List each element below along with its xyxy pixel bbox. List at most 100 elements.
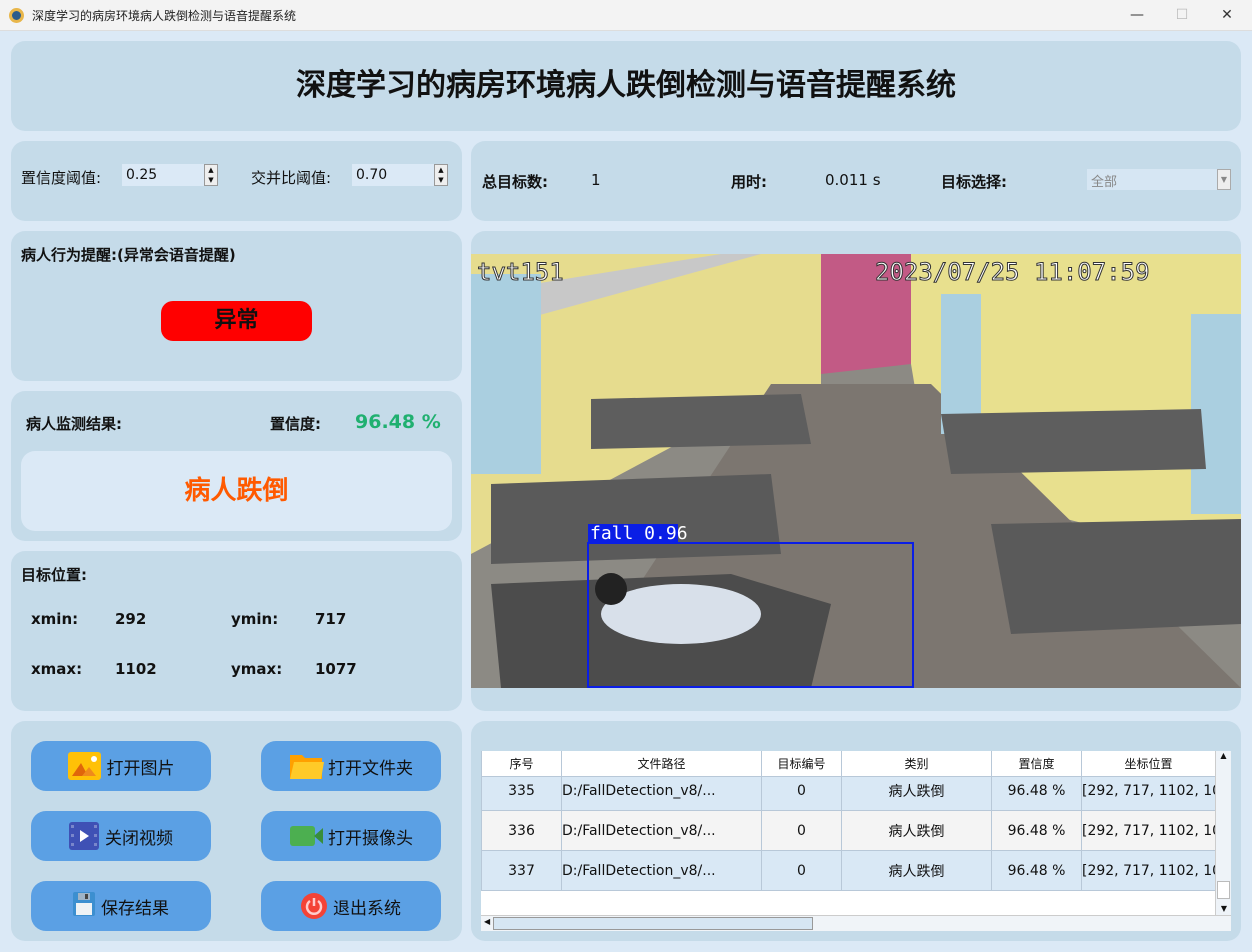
- close-video-button[interactable]: 关闭视频: [31, 811, 211, 861]
- open-image-button[interactable]: 打开图片: [31, 741, 211, 791]
- vertical-scrollbar[interactable]: ▲ ▼: [1215, 751, 1231, 915]
- header-panel: 深度学习的病房环境病人跌倒检测与语音提醒系统: [11, 41, 1241, 131]
- scrollbar-thumb[interactable]: [493, 917, 813, 930]
- stats-panel: 总目标数: 1 用时: 0.011 s 目标选择: 全部 ▼: [471, 141, 1241, 221]
- table-cell: 0: [761, 810, 842, 851]
- button-label: 关闭视频: [105, 828, 173, 849]
- button-label: 打开摄像头: [328, 828, 413, 849]
- time-label: 用时:: [731, 173, 767, 191]
- scrollbar-thumb[interactable]: [1217, 881, 1230, 899]
- table-cell: [292, 717, 1102, 10: [1080, 810, 1223, 851]
- open-camera-button[interactable]: 打开摄像头: [261, 811, 441, 861]
- position-title: 目标位置:: [21, 566, 87, 584]
- title-bar: 深度学习的病房环境病人跌倒检测与语音提醒系统 — ☐ ✕: [0, 0, 1252, 31]
- column-header[interactable]: 序号: [481, 751, 562, 777]
- conf-threshold-label: 置信度阈值:: [21, 169, 102, 187]
- video-icon: [69, 822, 99, 850]
- alert-title: 病人行为提醒:(异常会语音提醒): [21, 246, 236, 264]
- table-cell: 病人跌倒: [841, 770, 992, 811]
- xmax-label: xmax:: [31, 660, 83, 678]
- alert-panel: 病人行为提醒:(异常会语音提醒) 异常: [11, 231, 462, 381]
- result-panel: 病人监测结果: 置信度: 96.48 % 病人跌倒: [11, 391, 462, 541]
- position-panel: 目标位置: xmin: 292 ymin: 717 xmax: 1102 yma…: [11, 551, 462, 711]
- minimize-button[interactable]: —: [1117, 4, 1157, 26]
- table-cell: 96.48 %: [991, 770, 1082, 811]
- timestamp-overlay: 2023/07/25 11:07:59: [875, 258, 1151, 287]
- page-title: 深度学习的病房环境病人跌倒检测与语音提醒系统: [296, 68, 956, 103]
- table-cell: 335: [481, 770, 562, 811]
- table-cell: [292, 717, 1102, 10: [1080, 770, 1223, 811]
- table-cell: D:/FallDetection_v8/...: [561, 850, 762, 891]
- ymin-label: ymin:: [231, 610, 279, 628]
- app-icon: [9, 8, 24, 23]
- time-value: 0.011 s: [825, 171, 881, 189]
- scroll-up-icon[interactable]: ▲: [1216, 751, 1231, 760]
- ymax-label: ymax:: [231, 660, 283, 678]
- confidence-label: 置信度:: [270, 415, 321, 433]
- folder-icon: [289, 752, 324, 780]
- table-cell: D:/FallDetection_v8/...: [561, 810, 762, 851]
- alert-status-badge: 异常: [161, 301, 312, 341]
- table-row[interactable]: 335 D:/FallDetection_v8/... 0 病人跌倒 96.48 % [2…: [481, 770, 1223, 811]
- table-cell: 337: [481, 850, 562, 891]
- table-cell: 0: [761, 850, 842, 891]
- power-icon: [301, 893, 327, 919]
- button-label: 退出系统: [333, 898, 401, 919]
- camera-frame: [471, 254, 1241, 688]
- total-targets-value: 1: [591, 171, 601, 189]
- column-header[interactable]: 类别: [841, 751, 992, 777]
- table-cell: 病人跌倒: [841, 850, 992, 891]
- iou-threshold-value: 0.70: [356, 167, 388, 183]
- close-button[interactable]: ✕: [1207, 4, 1247, 26]
- target-select-label: 目标选择:: [941, 173, 1007, 191]
- camera-id-overlay: tvt151: [477, 258, 565, 287]
- exit-system-button[interactable]: 退出系统: [261, 881, 441, 931]
- iou-threshold-label: 交并比阈值:: [251, 169, 332, 187]
- confidence-value: 96.48 %: [355, 411, 441, 433]
- buttons-panel: 打开图片 打开文件夹 关闭视频 打开摄像头 保存结果 退出系统: [11, 721, 462, 941]
- column-header[interactable]: 置信度: [991, 751, 1082, 777]
- threshold-panel: 置信度阈值: 0.25 ▲ ▼ 交并比阈值: 0.70 ▲ ▼: [11, 141, 462, 221]
- table-cell: 0: [761, 770, 842, 811]
- table-row[interactable]: 337 D:/FallDetection_v8/... 0 病人跌倒 96.48 % [2…: [481, 850, 1223, 891]
- camera-icon: [289, 822, 323, 850]
- column-header[interactable]: 坐标位置: [1081, 751, 1216, 777]
- chevron-down-icon[interactable]: ▼: [1217, 169, 1231, 190]
- spin-arrows-icon[interactable]: ▲ ▼: [204, 164, 218, 186]
- iou-threshold-spinbox[interactable]: 0.70 ▲ ▼: [352, 164, 448, 186]
- result-class: 病人跌倒: [21, 451, 452, 531]
- button-label: 保存结果: [101, 898, 169, 919]
- spin-arrows-icon[interactable]: ▲ ▼: [434, 164, 448, 186]
- conf-threshold-value: 0.25: [126, 167, 158, 183]
- scroll-down-icon[interactable]: ▼: [1216, 904, 1231, 913]
- xmin-label: xmin:: [31, 610, 79, 628]
- target-select-dropdown[interactable]: 全部 ▼: [1087, 169, 1231, 190]
- window-title: 深度学习的病房环境病人跌倒检测与语音提醒系统: [32, 9, 297, 23]
- conf-threshold-spinbox[interactable]: 0.25 ▲ ▼: [122, 164, 218, 186]
- table-panel: 334D:/FallDetection_v8/...0病人跌倒96.48 %[2…: [471, 721, 1241, 941]
- button-label: 打开文件夹: [328, 758, 413, 779]
- column-header[interactable]: 目标编号: [761, 751, 842, 777]
- total-targets-label: 总目标数:: [482, 173, 548, 191]
- table-cell: D:/FallDetection_v8/...: [561, 770, 762, 811]
- column-header[interactable]: 文件路径: [561, 751, 762, 777]
- image-icon: [67, 752, 101, 780]
- table-row[interactable]: 336 D:/FallDetection_v8/... 0 病人跌倒 96.48 % [2…: [481, 810, 1223, 851]
- open-folder-button[interactable]: 打开文件夹: [261, 741, 441, 791]
- table-cell: [292, 717, 1102, 10: [1080, 850, 1223, 891]
- video-panel: fall 0.96 tvt151 2023/07/25 11:07:59: [471, 231, 1241, 711]
- scroll-left-icon[interactable]: ◀: [484, 917, 490, 926]
- xmax-value: 1102: [115, 660, 157, 678]
- table-cell: 96.48 %: [991, 850, 1082, 891]
- save-results-button[interactable]: 保存结果: [31, 881, 211, 931]
- save-icon: [73, 892, 95, 920]
- result-label: 病人监测结果:: [26, 415, 122, 433]
- xmin-value: 292: [115, 610, 147, 628]
- results-table: 334D:/FallDetection_v8/...0病人跌倒96.48 %[2…: [481, 751, 1231, 931]
- horizontal-scrollbar[interactable]: ◀: [481, 915, 1231, 931]
- button-label: 打开图片: [106, 758, 175, 779]
- maximize-button[interactable]: ☐: [1162, 4, 1202, 26]
- table-cell: 病人跌倒: [841, 810, 992, 851]
- ymax-value: 1077: [315, 660, 357, 678]
- target-select-value: 全部: [1091, 175, 1118, 190]
